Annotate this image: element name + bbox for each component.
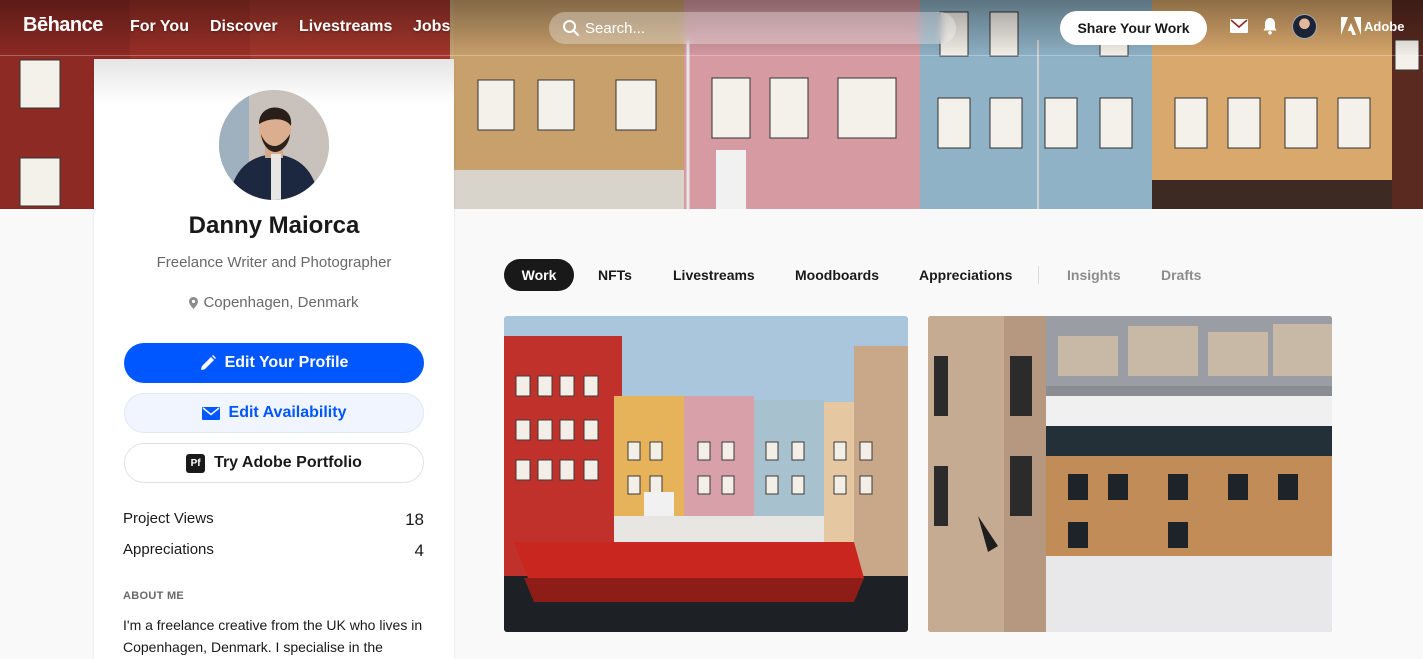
tabs-divider: [1038, 266, 1039, 284]
project-image: [928, 316, 1332, 632]
edit-profile-label: Edit Your Profile: [224, 354, 349, 371]
behance-logo[interactable]: Bēhance: [23, 14, 103, 37]
stat-label: Project Views: [123, 510, 214, 527]
profile-name: Danny Maiorca: [188, 212, 360, 239]
about-me-text: I'm a freelance creative from the UK who…: [123, 617, 423, 655]
bell-icon[interactable]: [1262, 17, 1278, 35]
nav-link-jobs[interactable]: Jobs: [413, 18, 450, 36]
profile-photo-image: [219, 90, 329, 200]
mail-icon: [201, 406, 220, 420]
tab-work[interactable]: Work: [504, 259, 574, 291]
about-me-heading: ABOUT ME: [123, 590, 185, 602]
share-your-work-button[interactable]: Share Your Work: [1060, 11, 1207, 45]
adobe-icon[interactable]: [1341, 17, 1361, 35]
project-thumbnail-stockholm[interactable]: [928, 316, 1332, 632]
tab-drafts[interactable]: Drafts: [1161, 259, 1201, 291]
top-navigation: Bēhance For You Discover Livestreams Job…: [0, 0, 1423, 56]
edit-availability-label: Edit Availability: [228, 404, 347, 421]
project-thumbnail-nyhavn[interactable]: [504, 316, 908, 632]
pencil-icon: [200, 355, 216, 370]
nav-link-discover[interactable]: Discover: [210, 18, 278, 36]
tab-appreciations[interactable]: Appreciations: [919, 259, 1012, 291]
edit-availability-button[interactable]: Edit Availability: [124, 393, 424, 433]
location-pin-icon: [189, 296, 199, 309]
try-adobe-portfolio-button[interactable]: Pf Try Adobe Portfolio: [124, 443, 424, 483]
tab-livestreams[interactable]: Livestreams: [673, 259, 755, 291]
stat-value: 18: [405, 510, 424, 529]
stat-label: Appreciations: [123, 541, 214, 558]
edit-profile-button[interactable]: Edit Your Profile: [124, 343, 424, 383]
profile-location[interactable]: Copenhagen, Denmark: [94, 294, 454, 311]
adobe-label[interactable]: Adobe: [1364, 19, 1404, 34]
profile-occupation: Freelance Writer and Photographer: [156, 254, 392, 271]
user-avatar[interactable]: [1292, 14, 1317, 39]
project-image: [504, 316, 908, 632]
search-bar[interactable]: Search...: [549, 12, 956, 44]
mail-icon[interactable]: [1230, 19, 1248, 33]
profile-card: Danny Maiorca Freelance Writer and Photo…: [94, 59, 454, 659]
tab-nfts[interactable]: NFTs: [598, 259, 632, 291]
portfolio-pf-icon: Pf: [186, 453, 206, 473]
stat-appreciations: Appreciations 4: [123, 541, 424, 561]
search-placeholder: Search...: [585, 20, 646, 37]
tab-insights[interactable]: Insights: [1067, 259, 1121, 291]
location-label: Copenhagen, Denmark: [203, 294, 359, 311]
tab-moodboards[interactable]: Moodboards: [795, 259, 879, 291]
nav-link-for-you[interactable]: For You: [130, 18, 189, 36]
stat-project-views: Project Views 18: [123, 510, 424, 530]
portfolio-label: Try Adobe Portfolio: [214, 454, 362, 471]
nav-link-livestreams[interactable]: Livestreams: [299, 18, 392, 36]
search-icon: [563, 20, 580, 37]
behance-profile-page: Bēhance For You Discover Livestreams Job…: [0, 0, 1423, 659]
profile-photo[interactable]: [219, 90, 329, 200]
stat-value: 4: [414, 541, 424, 560]
